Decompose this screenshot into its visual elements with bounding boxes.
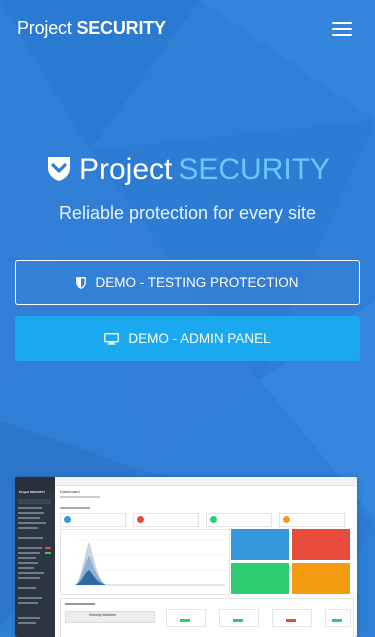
admin-panel-preview-image: Project SECURITY Dashboard Security Modu… <box>15 477 357 637</box>
hero-title: Project SECURITY <box>0 150 375 190</box>
preview-app-title: Project SECURITY <box>19 490 46 494</box>
desktop-monitor-icon <box>104 332 120 345</box>
hero-title-part2: SECURITY <box>178 153 331 186</box>
shield-icon <box>76 276 87 289</box>
demo-testing-protection-button[interactable]: DEMO - TESTING PROTECTION <box>15 260 360 305</box>
demo-admin-panel-label: DEMO - ADMIN PANEL <box>128 331 271 346</box>
demo-admin-panel-button[interactable]: DEMO - ADMIN PANEL <box>15 316 360 361</box>
hamburger-menu-icon[interactable] <box>328 18 356 40</box>
brand-logo[interactable]: Project SECURITY <box>17 18 166 39</box>
preview-security-modules-label: Security Modules <box>89 613 116 617</box>
hero-title-part1: Project <box>78 153 173 186</box>
preview-security-modules-panel: Security Modules <box>60 598 354 637</box>
brand-name-part2: SECURITY <box>76 18 166 38</box>
hero-tagline: Reliable protection for every site <box>58 203 317 223</box>
preview-area-chart <box>60 529 230 595</box>
shield-check-icon <box>47 157 70 181</box>
demo-testing-protection-label: DEMO - TESTING PROTECTION <box>95 275 299 290</box>
preview-dashboard-title: Dashboard <box>60 489 80 494</box>
preview-sidebar: Project SECURITY <box>15 477 55 637</box>
brand-name-part1: Project <box>17 18 72 38</box>
preview-topbar <box>55 477 357 486</box>
